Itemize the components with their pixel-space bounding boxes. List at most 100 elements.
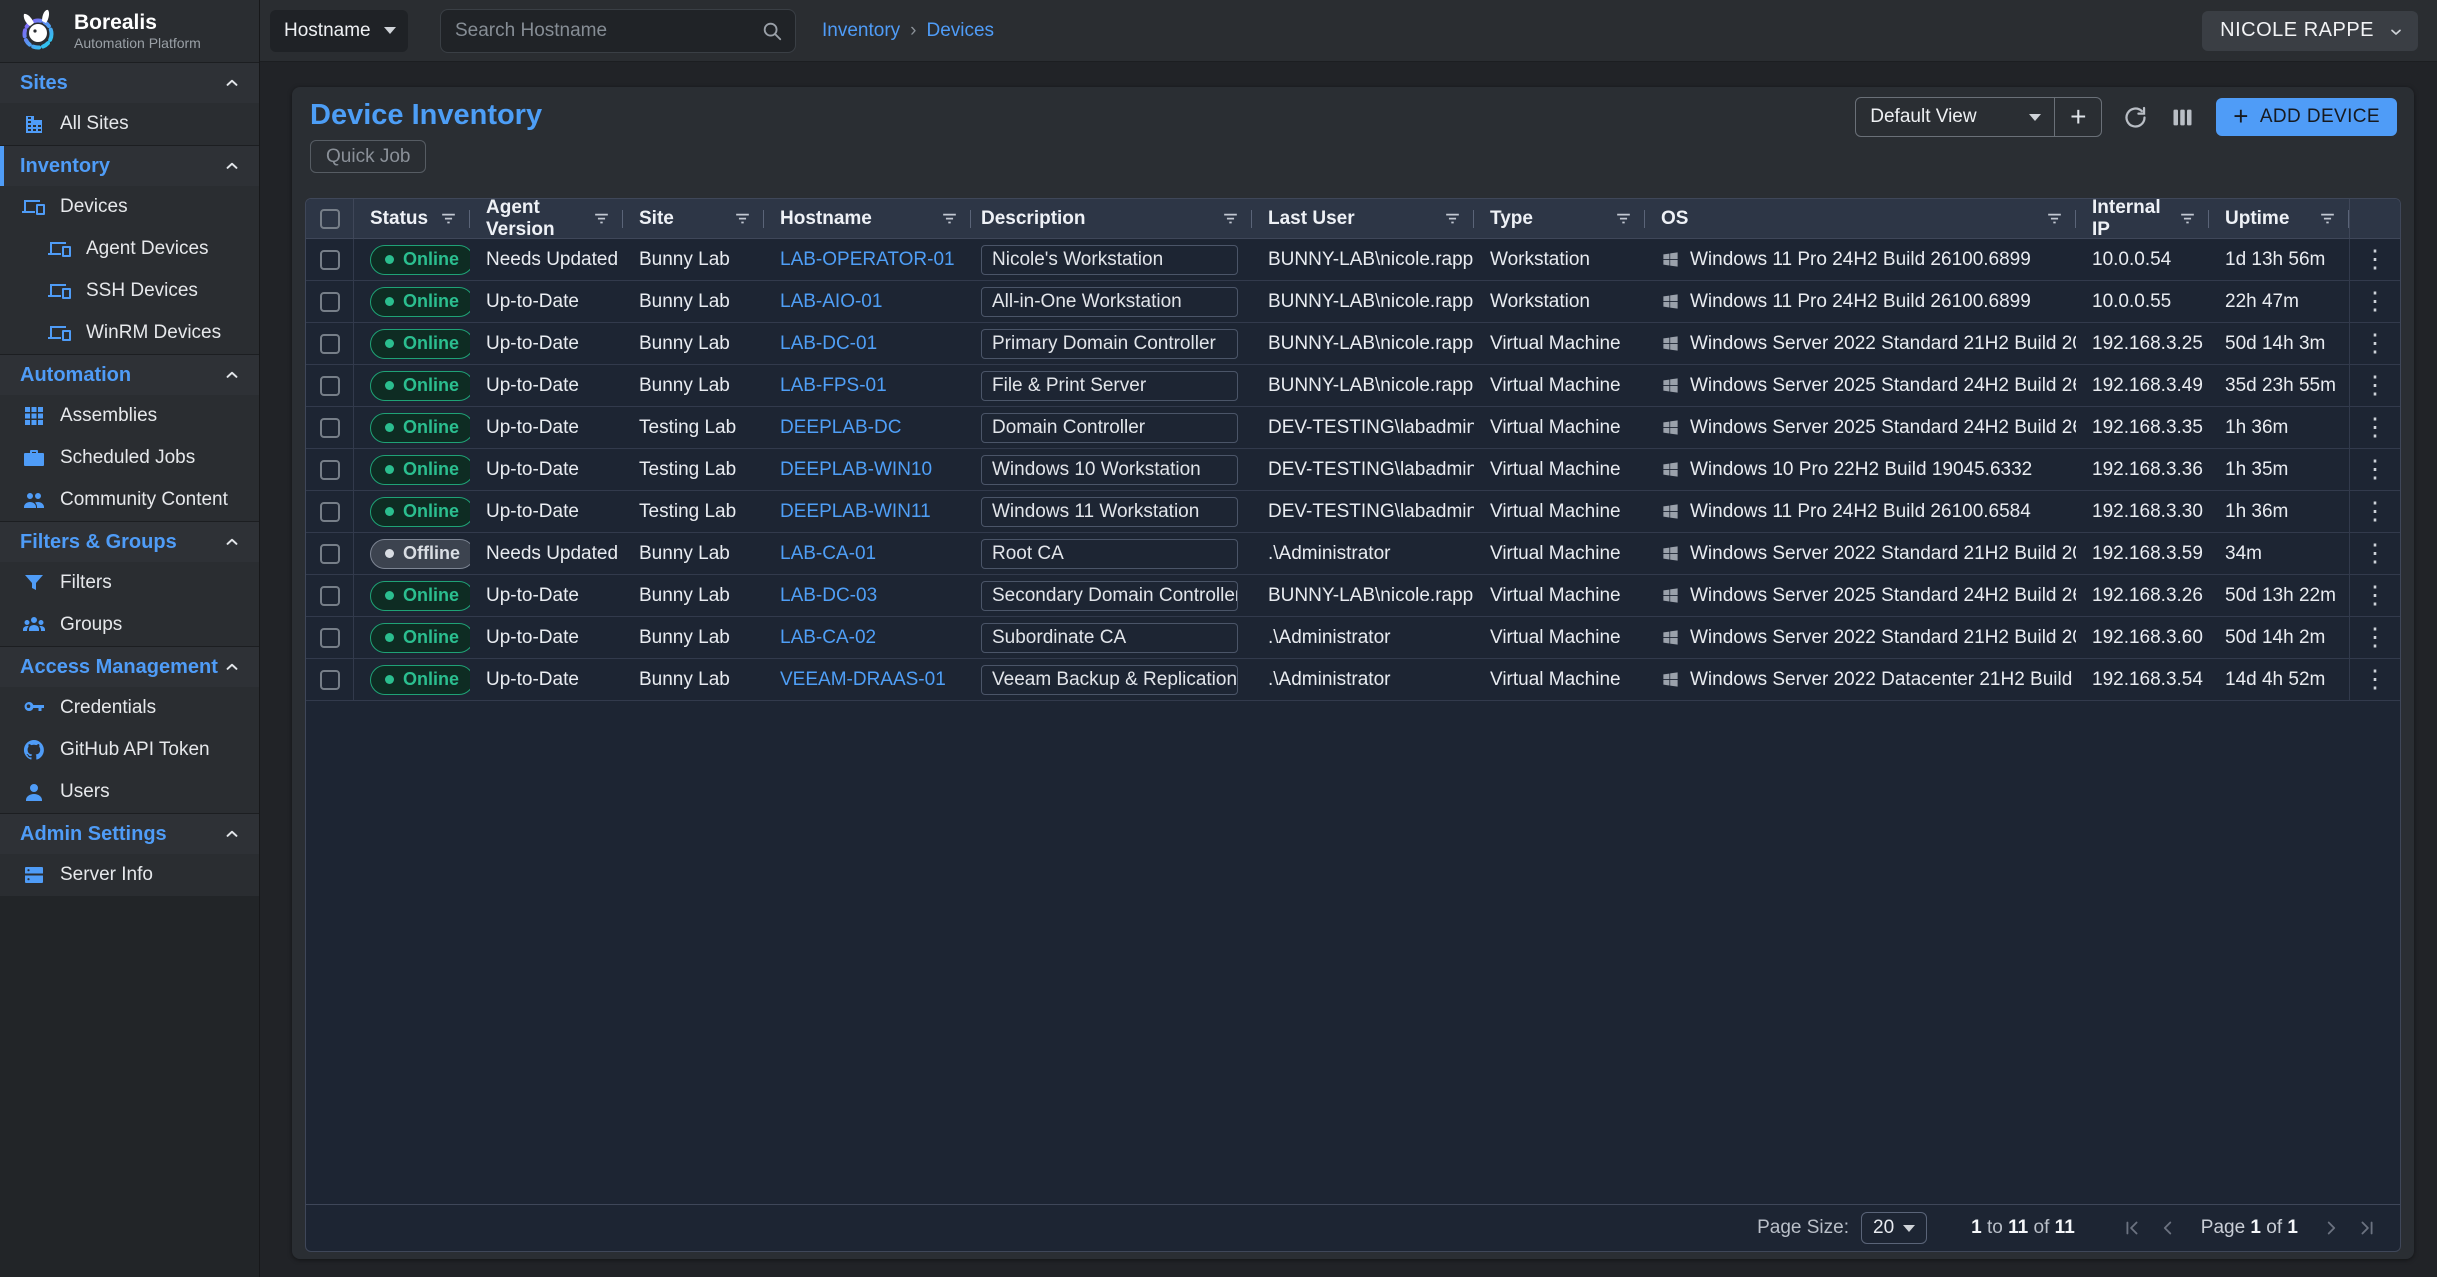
sidebar-item[interactable]: Server Info <box>0 854 259 896</box>
description-input[interactable]: Root CA <box>981 539 1238 569</box>
page-size-select[interactable]: 20 <box>1861 1212 1927 1244</box>
column-header[interactable]: Site <box>623 199 764 238</box>
column-header[interactable]: Agent Version <box>470 199 623 238</box>
column-header[interactable]: Uptime <box>2209 199 2349 238</box>
column-header[interactable]: Type <box>1474 199 1645 238</box>
sidebar-item[interactable]: Devices <box>0 186 259 228</box>
filter-icon[interactable] <box>733 209 752 228</box>
column-header[interactable]: OS <box>1645 199 2076 238</box>
filter-icon[interactable] <box>1221 209 1240 228</box>
sidebar-section-header[interactable]: Access Management <box>0 647 259 687</box>
row-checkbox[interactable] <box>320 628 340 648</box>
more-vert-icon[interactable] <box>2355 583 2396 608</box>
more-vert-icon[interactable] <box>2355 247 2396 272</box>
add-device-button[interactable]: + ADD DEVICE <box>2216 98 2397 136</box>
description-input[interactable]: Windows 11 Workstation <box>981 497 1238 527</box>
row-checkbox[interactable] <box>320 292 340 312</box>
filter-icon[interactable] <box>1443 209 1462 228</box>
more-vert-icon[interactable] <box>2355 625 2396 650</box>
description-input[interactable]: Subordinate CA <box>981 623 1238 653</box>
user-menu[interactable]: NICOLE RAPPE <box>2202 11 2418 51</box>
hostname-link[interactable]: LAB-FPS-01 <box>780 375 887 397</box>
sidebar-item[interactable]: GitHub API Token <box>0 729 259 771</box>
row-checkbox[interactable] <box>320 460 340 480</box>
hostname-link[interactable]: LAB-AIO-01 <box>780 291 882 313</box>
search-field-selector[interactable]: Hostname <box>270 10 408 52</box>
columns-button[interactable] <box>2169 104 2196 131</box>
sidebar-item[interactable]: Credentials <box>0 687 259 729</box>
more-vert-icon[interactable] <box>2355 541 2396 566</box>
column-header[interactable] <box>2349 199 2400 238</box>
hostname-link[interactable]: DEEPLAB-WIN11 <box>780 501 931 523</box>
column-header[interactable]: Last User <box>1252 199 1474 238</box>
last-page-icon[interactable] <box>2356 1217 2378 1239</box>
sidebar-item[interactable]: Groups <box>0 604 259 646</box>
row-checkbox[interactable] <box>320 250 340 270</box>
row-checkbox[interactable] <box>320 418 340 438</box>
column-header[interactable]: Description <box>971 199 1252 238</box>
filter-icon[interactable] <box>592 209 611 228</box>
filter-icon[interactable] <box>1614 209 1633 228</box>
sidebar-item[interactable]: Assemblies <box>0 395 259 437</box>
hostname-link[interactable]: DEEPLAB-WIN10 <box>780 459 932 481</box>
sidebar-item[interactable]: Filters <box>0 562 259 604</box>
hostname-link[interactable]: LAB-DC-03 <box>780 585 877 607</box>
breadcrumb-devices[interactable]: Devices <box>926 20 994 42</box>
more-vert-icon[interactable] <box>2355 415 2396 440</box>
row-checkbox[interactable] <box>320 586 340 606</box>
sidebar-item[interactable]: Community Content <box>0 479 259 521</box>
row-checkbox[interactable] <box>320 502 340 522</box>
sidebar-item[interactable]: Scheduled Jobs <box>0 437 259 479</box>
column-header[interactable]: Hostname <box>764 199 971 238</box>
search-input[interactable] <box>455 20 761 42</box>
sidebar-section-header[interactable]: Filters & Groups <box>0 522 259 562</box>
more-vert-icon[interactable] <box>2355 499 2396 524</box>
description-input[interactable]: All-in-One Workstation <box>981 287 1238 317</box>
filter-icon[interactable] <box>2178 209 2197 228</box>
sidebar-section-header[interactable]: Admin Settings <box>0 814 259 854</box>
description-input[interactable]: Veeam Backup & Replication Ser ... <box>981 665 1238 695</box>
description-input[interactable]: Windows 10 Workstation <box>981 455 1238 485</box>
more-vert-icon[interactable] <box>2355 667 2396 692</box>
select-all-checkbox[interactable] <box>320 209 340 229</box>
hostname-link[interactable]: LAB-CA-02 <box>780 627 876 649</box>
add-view-button[interactable]: + <box>2055 98 2101 136</box>
breadcrumb-inventory[interactable]: Inventory <box>822 20 900 42</box>
more-vert-icon[interactable] <box>2355 373 2396 398</box>
column-header[interactable]: Status <box>354 199 470 238</box>
filter-icon[interactable] <box>2045 209 2064 228</box>
first-page-icon[interactable] <box>2121 1217 2143 1239</box>
sidebar-section-header[interactable]: Sites <box>0 63 259 103</box>
description-input[interactable]: Secondary Domain Controller <box>981 581 1238 611</box>
description-input[interactable]: Domain Controller <box>981 413 1238 443</box>
description-input[interactable]: Nicole's Workstation <box>981 245 1238 275</box>
description-input[interactable]: File & Print Server <box>981 371 1238 401</box>
hostname-link[interactable]: LAB-OPERATOR-01 <box>780 249 955 271</box>
sidebar-item[interactable]: SSH Devices <box>0 270 259 312</box>
row-checkbox[interactable] <box>320 376 340 396</box>
column-header[interactable]: Internal IP <box>2076 199 2209 238</box>
hostname-link[interactable]: VEEAM-DRAAS-01 <box>780 669 946 691</box>
filter-icon[interactable] <box>2318 209 2337 228</box>
more-vert-icon[interactable] <box>2355 457 2396 482</box>
sidebar-item[interactable]: WinRM Devices <box>0 312 259 354</box>
sidebar-section-header[interactable]: Automation <box>0 355 259 395</box>
hostname-link[interactable]: LAB-DC-01 <box>780 333 877 355</box>
row-checkbox[interactable] <box>320 334 340 354</box>
next-page-icon[interactable] <box>2320 1217 2342 1239</box>
sidebar-item[interactable]: Users <box>0 771 259 813</box>
previous-page-icon[interactable] <box>2157 1217 2179 1239</box>
filter-icon[interactable] <box>439 209 458 228</box>
hostname-link[interactable]: LAB-CA-01 <box>780 543 876 565</box>
filter-icon[interactable] <box>940 209 959 228</box>
view-selector[interactable]: Default View <box>1856 98 2054 136</box>
sidebar-item[interactable]: All Sites <box>0 103 259 145</box>
description-input[interactable]: Primary Domain Controller <box>981 329 1238 359</box>
row-checkbox[interactable] <box>320 544 340 564</box>
row-checkbox[interactable] <box>320 670 340 690</box>
quick-job-button[interactable]: Quick Job <box>310 140 426 173</box>
hostname-link[interactable]: DEEPLAB-DC <box>780 417 901 439</box>
refresh-button[interactable] <box>2122 104 2149 131</box>
sidebar-item[interactable]: Agent Devices <box>0 228 259 270</box>
more-vert-icon[interactable] <box>2355 331 2396 356</box>
